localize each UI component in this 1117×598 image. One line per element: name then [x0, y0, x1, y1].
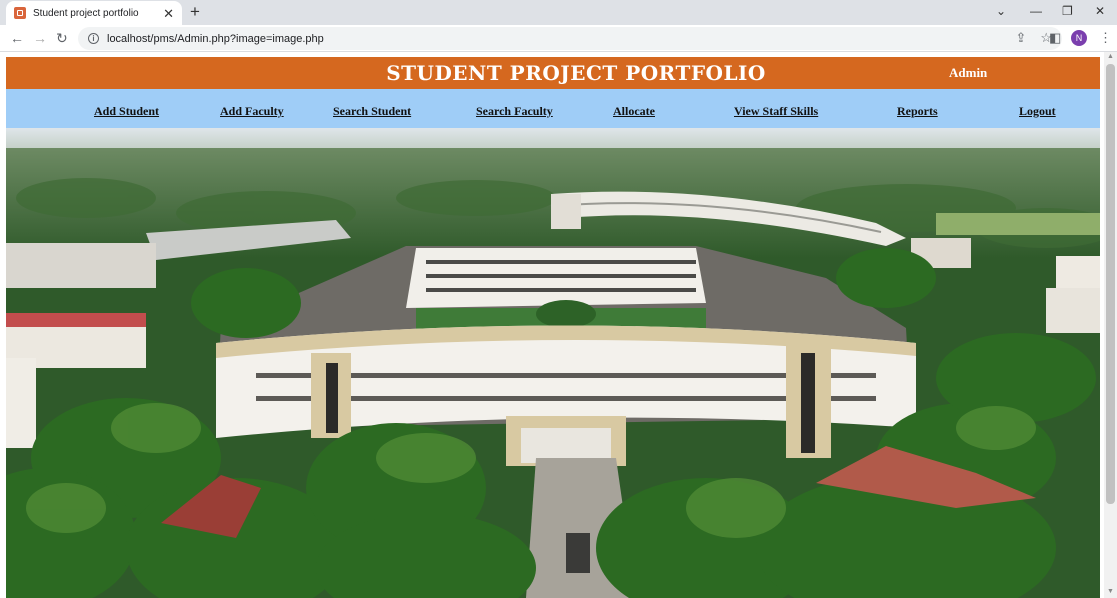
page-viewport: STUDENT PROJECT PORTFOLIO Admin Add Stud…	[0, 52, 1117, 598]
user-label: Admin	[949, 65, 988, 80]
campus-aerial-image	[6, 128, 1100, 598]
new-tab-icon[interactable]: +	[190, 3, 200, 21]
nav-menu: Add Student Add Faculty Search Student S…	[6, 89, 1100, 128]
scroll-thumb[interactable]	[1106, 64, 1115, 504]
menu-reports[interactable]: Reports	[897, 104, 938, 119]
minimize-icon[interactable]: —	[1030, 3, 1042, 19]
menu-view-staff-skills[interactable]: View Staff Skills	[734, 104, 818, 119]
share-icon[interactable]: ⇪	[1015, 30, 1026, 46]
browser-tab[interactable]: Student project portfolio ✕	[6, 1, 182, 25]
back-icon[interactable]: ←	[10, 29, 24, 47]
browser-toolbar: ← → ↻ i localhost/pms/Admin.php?image=im…	[0, 25, 1117, 52]
scroll-down-icon[interactable]: ▼	[1107, 588, 1114, 595]
menu-allocate[interactable]: Allocate	[613, 104, 655, 119]
scroll-up-icon[interactable]: ▲	[1107, 53, 1114, 60]
menu-search-student[interactable]: Search Student	[333, 104, 411, 119]
menu-kebab-icon[interactable]: ⋮	[1099, 29, 1112, 47]
profile-avatar[interactable]: N	[1071, 30, 1087, 46]
url-text[interactable]: localhost/pms/Admin.php?image=image.php	[107, 33, 324, 45]
tab-title: Student project portfolio	[33, 7, 139, 19]
site-info-icon[interactable]: i	[88, 33, 99, 44]
page-scrollbar[interactable]: ▲ ▼	[1104, 52, 1117, 598]
site-header: STUDENT PROJECT PORTFOLIO Admin	[6, 57, 1100, 89]
restore-icon[interactable]: ❐	[1062, 3, 1073, 19]
close-tab-icon[interactable]: ✕	[163, 7, 174, 20]
menu-logout[interactable]: Logout	[1019, 104, 1056, 119]
menu-add-student[interactable]: Add Student	[94, 104, 159, 119]
close-window-icon[interactable]: ✕	[1095, 3, 1105, 19]
menu-add-faculty[interactable]: Add Faculty	[220, 104, 284, 119]
reload-icon[interactable]: ↻	[56, 29, 68, 47]
forward-icon[interactable]: →	[33, 29, 47, 47]
site-favicon-icon	[14, 7, 26, 19]
tab-strip: Student project portfolio ✕ + ⌄ — ❐ ✕	[0, 0, 1117, 25]
tab-search-chevron-icon[interactable]: ⌄	[996, 3, 1006, 19]
menu-search-faculty[interactable]: Search Faculty	[476, 104, 553, 119]
side-panel-icon[interactable]: ◧	[1049, 29, 1061, 47]
address-bar[interactable]: i localhost/pms/Admin.php?image=image.ph…	[78, 27, 1062, 50]
